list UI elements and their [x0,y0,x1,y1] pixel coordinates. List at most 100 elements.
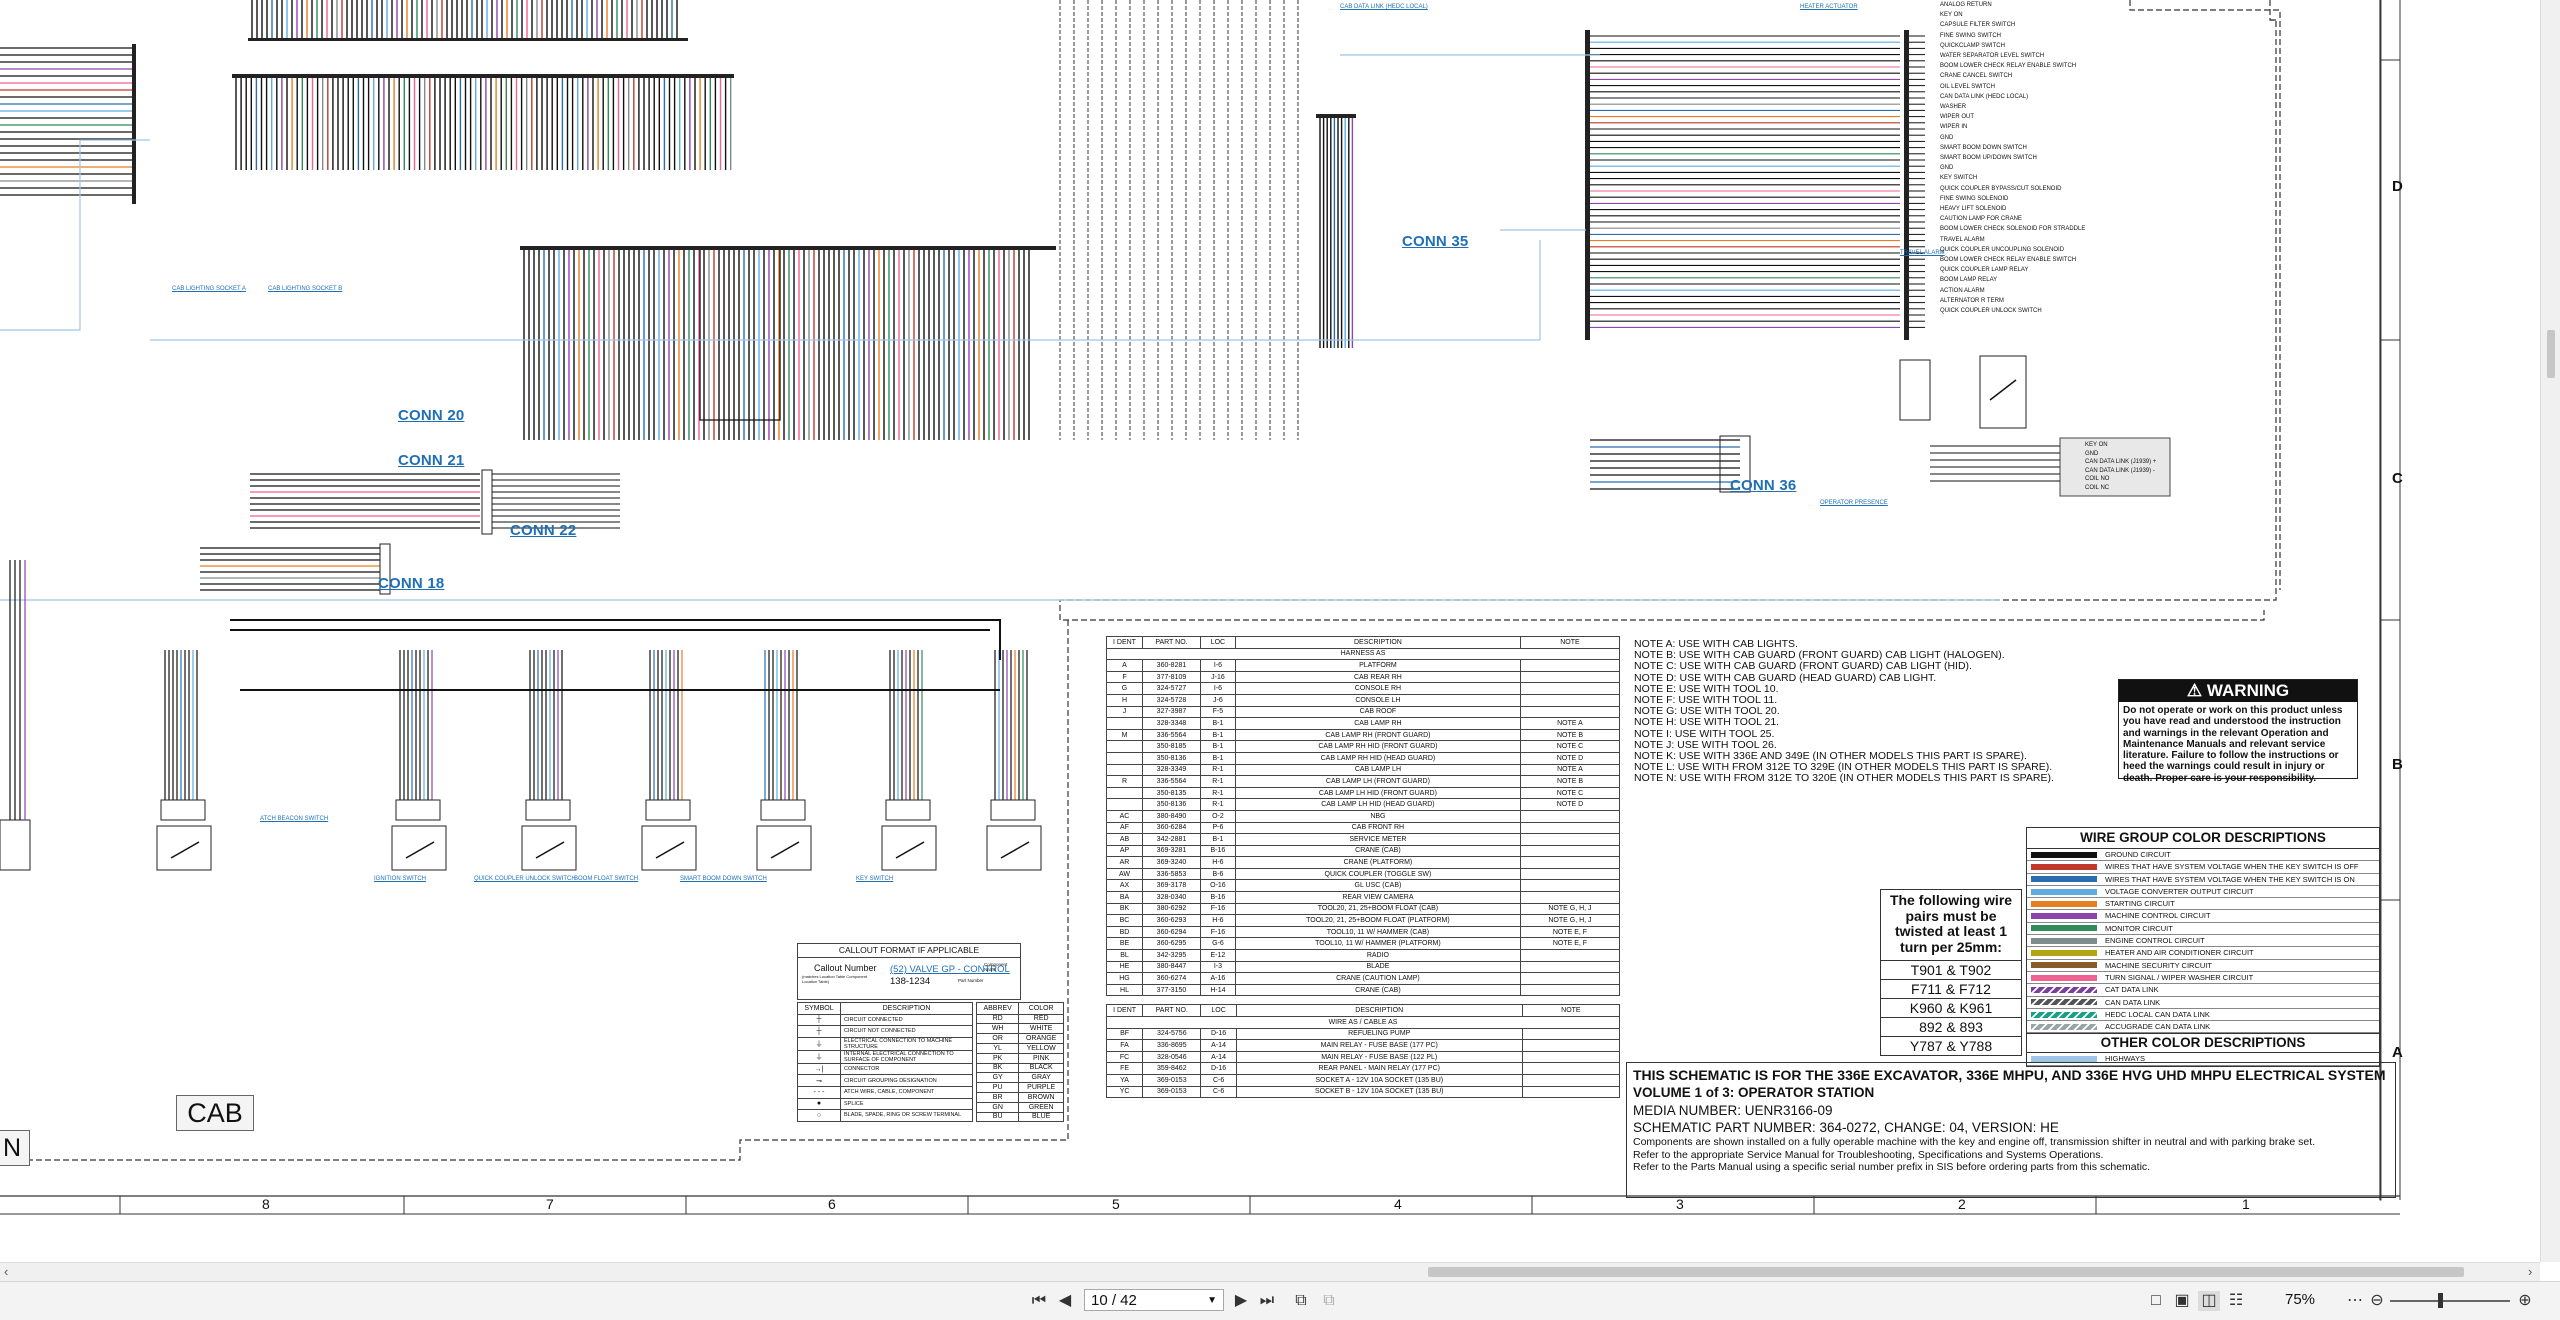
zoom-slider[interactable] [2390,1293,2510,1308]
next-page-icon: ▶ [1234,1292,1248,1309]
harness-cell: AB [1106,833,1143,846]
wire-cable-group-row: WIRE AS / CABLE AS [1106,1016,1620,1029]
horizontal-scrollbar[interactable]: ‹ › [0,1262,2540,1281]
next-page-button[interactable]: ▶ [1232,1291,1250,1311]
harness-row: BA 328-0340 B-16 REAR VIEW CAMERA [1106,891,1621,904]
harness-cell [1519,705,1621,719]
harness-cell: CRANE (CAUTION LAMP) [1234,972,1521,985]
continuous-view-button[interactable]: ▣ [2172,1291,2192,1311]
harness-cell: BLADE [1234,960,1521,974]
wire-cable-header: LOC [1200,1004,1237,1017]
abbrev-cell: BLUE [1018,1111,1064,1123]
scroll-right-icon[interactable]: › [2528,1264,2532,1279]
harness-cell: E-12 [1199,949,1236,962]
wire-group-row: CAT DATA LINK [2027,984,2379,997]
wire-group-row: TURN SIGNAL / WIPER WASHER CIRCUIT [2027,972,2379,985]
wire-group-row: MACHINE CONTROL CIRCUIT [2027,910,2379,923]
wire-cable-cell: MAIN RELAY - FUSE BASE (122 PL) [1235,1050,1523,1064]
bus-label: SMART BOOM UP/DOWN SWITCH [1940,155,2037,161]
component-label: ATCH BEACON SWITCH [260,816,329,822]
twisted-pair: F711 & F712 [1881,979,2021,998]
rotate-icon: ⧉ [1295,1292,1307,1309]
harness-cell: 360-6295 [1142,937,1201,951]
zone-number: 4 [1394,1196,1402,1212]
scroll-left-icon[interactable]: ‹ [4,1264,8,1279]
cab-label: CAB [176,1095,254,1131]
abbrev-cell: GY [975,1072,1020,1084]
callout-number: Callout Number [814,963,877,973]
title-line-7: Refer to the Parts Manual using a specif… [1633,1161,2151,1174]
symbol-row: ⊸ CIRCUIT GROUPING DESIGNATION [797,1074,973,1087]
harness-cell: F-5 [1199,705,1236,719]
horizontal-scroll-thumb[interactable] [1428,1267,2464,1277]
last-page-button[interactable]: ⏭ [1258,1291,1276,1311]
switch-contact [1000,841,1030,859]
abbrev-cell: BR [975,1091,1020,1103]
zoom-menu-button[interactable]: ⋯ [2346,1291,2364,1311]
harness-cell [1106,740,1143,753]
harness-ring [230,619,1001,660]
copy-view-button[interactable]: ⧉ [1318,1291,1340,1311]
wire-group-label: CAT DATA LINK [2105,985,2159,995]
wire-group-label: TURN SIGNAL / WIPER WASHER CIRCUIT [2105,972,2254,982]
symbol-desc-header: DESCRIPTION [840,1002,973,1015]
harness-cell: 360-6294 [1142,925,1201,939]
wire-group-label: STARTING CIRCUIT [2105,899,2175,909]
harness-cell: TOOL10, 11 W/ HAMMER (CAB) [1234,925,1521,939]
harness-cell: B-1 [1199,728,1236,742]
two-page-view-button[interactable]: ◫ [2198,1291,2220,1311]
abbrev-cell: PINK [1018,1052,1064,1064]
wire-cable-cell [1521,1073,1621,1087]
zone-letter: A [2392,1044,2403,1061]
wire-cable-cell: SOCKET A - 12V 10A SOCKET (135 BU) [1235,1073,1523,1087]
switch-connector [760,799,806,821]
harness-cell: 328-3349 [1142,763,1201,777]
zone-letter: C [2392,470,2403,487]
abbrev-row: BR BROWN [975,1091,1064,1103]
zone-number: 6 [828,1196,836,1212]
abbrev-cell: RED [1018,1013,1064,1025]
zoom-out-button[interactable]: ⊖ [2368,1291,2386,1311]
vertical-scroll-thumb[interactable] [2547,330,2555,378]
symbol-row: - - - ATCH WIRE, CABLE, COMPONENT [797,1085,973,1099]
abbrev-row: BK BLACK [975,1062,1064,1074]
harness-cell: AF [1106,821,1143,835]
prev-page-button[interactable]: ◀ [1056,1291,1074,1311]
harness-cell: CAB REAR RH [1234,670,1521,684]
switch-contact [405,841,435,859]
wire-cable-header: NOTE [1521,1004,1621,1017]
harness-row: BD 360-6294 F-16 TOOL10, 11 W/ HAMMER (CAB)… [1106,925,1621,939]
highway-line [0,139,150,331]
wire-color-swatch [2031,999,2097,1006]
symbol-description: INTERNAL ELECTRICAL CONNECTION TO SURFAC… [840,1049,973,1064]
page-number-field[interactable]: 10 / 42 ▼ [1084,1289,1224,1311]
harness-cell: J-6 [1199,693,1236,707]
rotate-view-button[interactable]: ⧉ [1290,1291,1312,1311]
wire-group-label: CAN DATA LINK [2105,997,2161,1007]
abbrev-cell: YL [975,1042,1020,1054]
abbrev-cell: OR [975,1033,1020,1044]
harness-cell: BE [1106,937,1143,951]
first-page-button[interactable]: ⏮ [1030,1291,1048,1311]
fit-view-button[interactable]: ☷ [2226,1291,2246,1311]
zoom-slider-handle[interactable] [2438,1293,2443,1308]
chevron-down-icon[interactable]: ▼ [1207,1290,1217,1312]
single-page-view-button[interactable]: □ [2146,1291,2166,1311]
right-connector [1585,30,1590,340]
symbol-description: BLADE, SPADE, RING OR SCREW TERMINAL [840,1109,973,1122]
zoom-in-button[interactable]: ⊕ [2516,1291,2534,1311]
harness-row: HG 360-6274 A-16 CRANE (CAUTION LAMP) [1106,972,1621,985]
harness-cell: 360-6274 [1142,972,1201,985]
ecu-pin-label: GND [2085,450,2099,457]
single-page-icon: □ [2151,1292,2161,1309]
harness-row: HL 377-3150 H-14 CRANE (CAB) [1106,983,1621,997]
harness-row: AX 369-3178 O-16 GL USC (CAB) [1106,879,1621,893]
harness-cell: F [1106,670,1143,684]
vertical-scrollbar[interactable] [2540,0,2560,1262]
harness-cell: 377-8109 [1142,670,1201,684]
n-label: N [0,1130,30,1166]
twisted-pair: K960 & K961 [1881,998,2021,1017]
harness-cell: BL [1106,949,1143,962]
switch-contact [170,841,200,859]
harness-cell [1106,763,1143,777]
